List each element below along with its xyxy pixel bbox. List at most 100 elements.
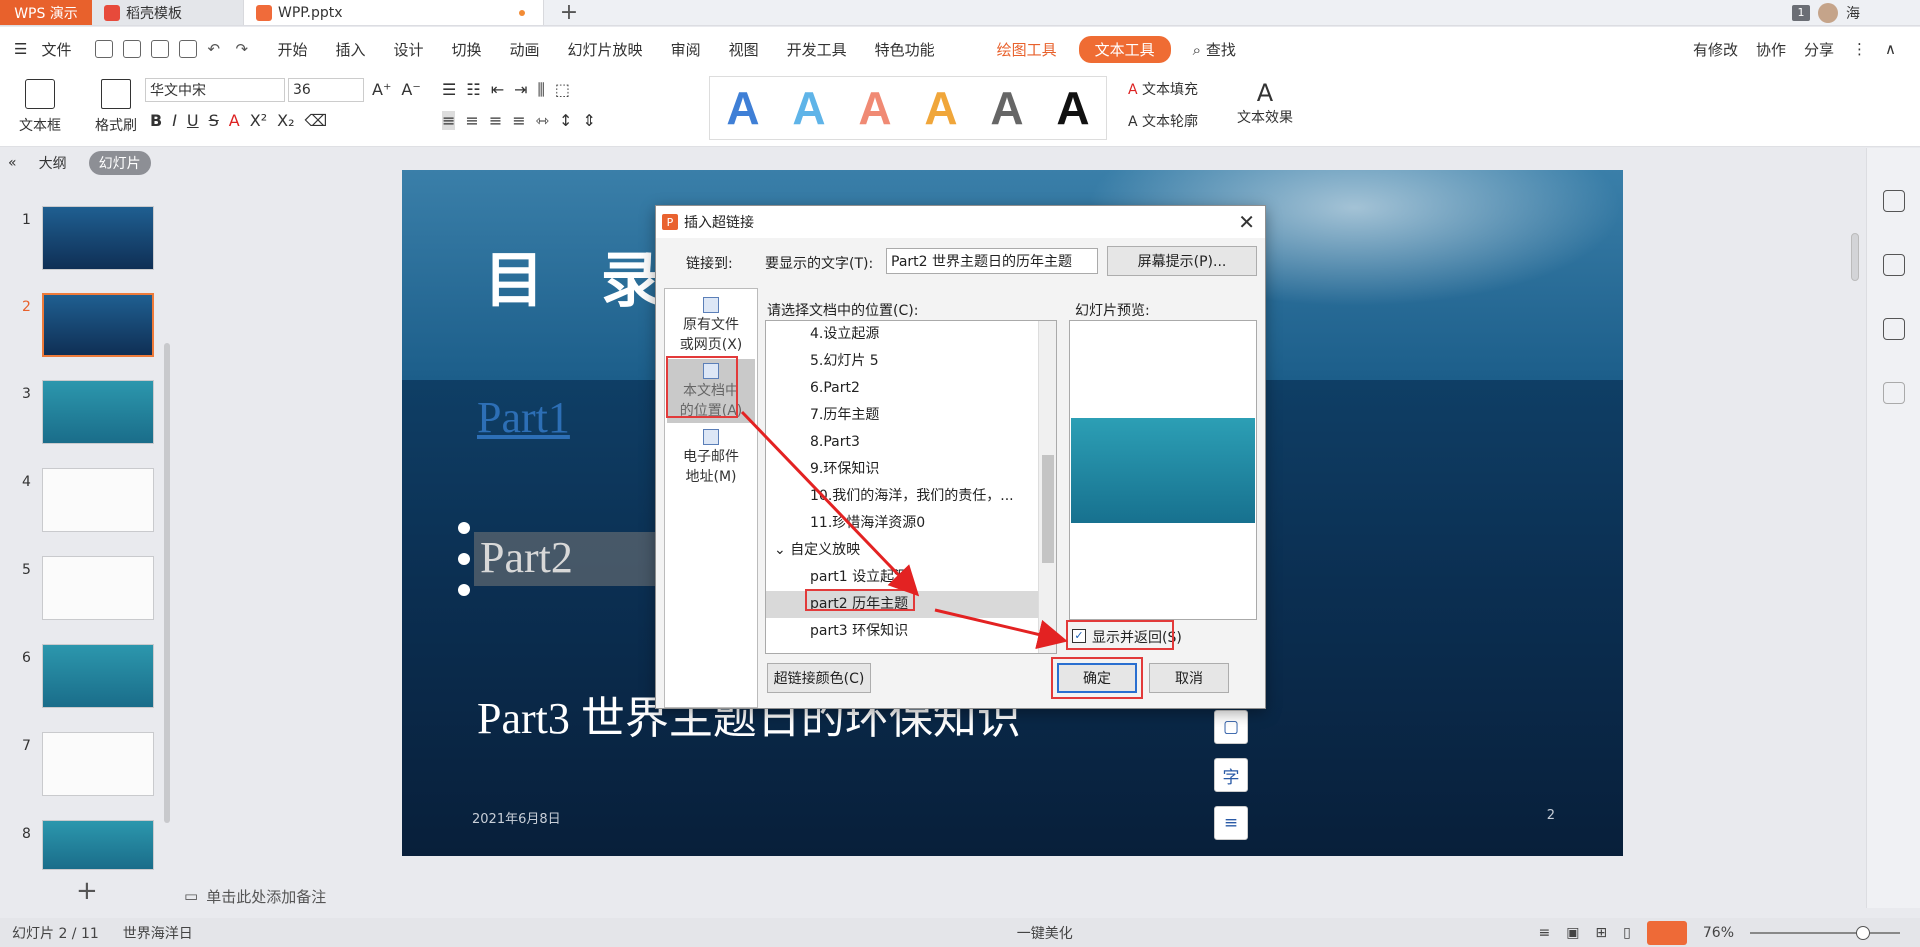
menu-review[interactable]: 审阅 xyxy=(657,39,715,60)
align-left-icon[interactable]: ≡ xyxy=(442,111,456,130)
format-painter-button[interactable]: 格式刷 xyxy=(88,79,144,135)
search-menu[interactable]: ⌕ 查找 xyxy=(1179,39,1250,60)
collapse-panel-icon[interactable]: « xyxy=(8,155,17,171)
link-email-address[interactable]: 电子邮件 地址(M) xyxy=(667,429,755,487)
canvas-scrollbar[interactable] xyxy=(1851,233,1859,281)
slide-thumb-3[interactable]: 3 xyxy=(0,380,170,448)
menu-view[interactable]: 视图 xyxy=(715,39,773,60)
text-effect-button[interactable]: A 文本效果 xyxy=(1230,79,1300,127)
menu-features[interactable]: 特色功能 xyxy=(861,39,949,60)
text-style-3[interactable]: A xyxy=(858,81,891,135)
export-icon[interactable] xyxy=(123,40,142,58)
menu-draw-tools[interactable]: 绘图工具 xyxy=(983,39,1071,60)
app-tab[interactable]: WPS 演示 xyxy=(0,0,92,25)
text-style-5[interactable]: A xyxy=(990,81,1023,135)
slide-thumb-6[interactable]: 6 xyxy=(0,644,170,712)
slide-thumb-4[interactable]: 4 xyxy=(0,468,170,536)
tab-wpp-pptx[interactable]: WPP.pptx xyxy=(244,0,544,25)
align-right-icon[interactable]: ≡ xyxy=(489,111,502,130)
grow-font-icon[interactable]: A⁺ xyxy=(372,80,391,99)
columns-icon[interactable]: ⫼ xyxy=(538,80,545,100)
redo-icon[interactable]: ↷ xyxy=(235,40,253,58)
add-slide-button[interactable]: + xyxy=(76,876,98,906)
print-icon[interactable] xyxy=(151,40,170,58)
numbering-icon[interactable]: ☷ xyxy=(466,80,480,100)
notes-bar[interactable]: ▭ 单击此处添加备注 xyxy=(180,880,1860,912)
collab-button[interactable]: 协作 xyxy=(1756,39,1786,60)
user-name[interactable]: 海 xyxy=(1846,3,1860,23)
menu-slideshow[interactable]: 幻灯片放映 xyxy=(554,39,657,60)
list-item[interactable]: 8.Part3 xyxy=(766,429,1038,456)
zoom-level[interactable]: 76% xyxy=(1703,925,1734,941)
menu-home[interactable]: 开始 xyxy=(263,39,321,60)
menu-file[interactable]: 文件 xyxy=(41,39,85,60)
modified-button[interactable]: 有修改 xyxy=(1693,39,1738,60)
normal-view-icon[interactable]: ▣ xyxy=(1566,925,1579,941)
cancel-button[interactable]: 取消 xyxy=(1149,663,1229,693)
list-item[interactable]: 10.我们的海洋，我们的责任，... xyxy=(766,483,1038,510)
font-tool-icon[interactable]: 字 xyxy=(1214,758,1248,792)
selection-handle[interactable] xyxy=(458,553,470,565)
list-item[interactable]: 11.珍惜海洋资源0 xyxy=(766,510,1038,537)
list-item[interactable]: 9.环保知识 xyxy=(766,456,1038,483)
font-size-select[interactable]: 36 xyxy=(288,78,364,102)
theme-name[interactable]: 世界海洋日 xyxy=(111,923,205,943)
text-style-2[interactable]: A xyxy=(792,81,825,135)
slide-thumb-7[interactable]: 7 xyxy=(0,732,170,800)
text-direction-icon[interactable]: ⬚ xyxy=(555,80,570,100)
bullets-icon[interactable]: ☰ xyxy=(442,80,456,100)
strikethrough-icon[interactable]: S xyxy=(209,111,219,130)
menu-design[interactable]: 设计 xyxy=(380,39,438,60)
layers-icon[interactable] xyxy=(1882,318,1905,340)
shrink-font-icon[interactable]: A⁻ xyxy=(401,80,420,99)
zoom-slider[interactable] xyxy=(1750,925,1900,940)
cube-icon[interactable] xyxy=(1882,382,1905,404)
screen-tip-button[interactable]: 屏幕提示(P)... xyxy=(1107,246,1257,276)
line-spacing-icon[interactable]: ↕ xyxy=(559,111,572,130)
list-item[interactable]: part1 设立起源 xyxy=(766,564,1038,591)
text-fill-button[interactable]: A 文本填充 xyxy=(1128,79,1198,99)
window-count-badge[interactable]: 1 xyxy=(1792,4,1810,21)
new-tab-button[interactable]: + xyxy=(544,0,594,25)
font-name-select[interactable]: 华文中宋 xyxy=(145,78,285,102)
menu-animation[interactable]: 动画 xyxy=(496,39,554,60)
slide-thumb-2[interactable]: 2 xyxy=(0,293,170,361)
hyperlink-color-button[interactable]: 超链接颜色(C) xyxy=(767,663,871,693)
decrease-indent-icon[interactable]: ⇤ xyxy=(491,80,504,100)
justify-icon[interactable]: ≡ xyxy=(512,111,525,130)
save-icon[interactable] xyxy=(95,40,114,58)
hamburger-icon[interactable]: ☰ xyxy=(0,40,41,58)
selection-handle[interactable] xyxy=(458,522,470,534)
undo-icon[interactable]: ↶ xyxy=(207,40,225,58)
display-text-input[interactable]: Part2 世界主题日的历年主题 xyxy=(886,248,1098,274)
paragraph-spacing-icon[interactable]: ⇕ xyxy=(582,111,595,130)
list-item[interactable]: 5.幻灯片 5 xyxy=(766,348,1038,375)
superscript-icon[interactable]: X² xyxy=(250,111,267,130)
italic-icon[interactable]: I xyxy=(172,111,177,130)
menu-transition[interactable]: 切换 xyxy=(438,39,496,60)
underline-icon[interactable]: U xyxy=(187,111,199,130)
text-style-1[interactable]: A xyxy=(726,81,759,135)
custom-show-group[interactable]: ⌄ 自定义放映 xyxy=(766,537,1038,564)
star-icon[interactable] xyxy=(1882,254,1905,276)
bold-icon[interactable]: B xyxy=(150,111,162,130)
tab-docer-templates[interactable]: 稻壳模板 xyxy=(92,0,244,25)
shape-style-icon[interactable]: ▢ xyxy=(1214,710,1248,744)
increase-indent-icon[interactable]: ⇥ xyxy=(514,80,527,100)
slide-title[interactable]: 目 录 xyxy=(484,232,679,319)
menu-developer[interactable]: 开发工具 xyxy=(773,39,861,60)
list-item[interactable]: 4.设立起源 xyxy=(766,321,1038,348)
tab-slides[interactable]: 幻灯片 xyxy=(88,151,151,175)
textbox-button[interactable]: 文本框 xyxy=(10,79,70,135)
close-icon[interactable]: ✕ xyxy=(1238,210,1255,234)
preview-icon[interactable] xyxy=(179,40,198,58)
text-style-4[interactable]: A xyxy=(924,81,957,135)
list-item[interactable]: part3 环保知识 xyxy=(766,618,1038,645)
collapse-ribbon-icon[interactable]: ∧ xyxy=(1885,40,1896,58)
text-style-6[interactable]: A xyxy=(1056,81,1089,135)
reading-view-icon[interactable]: ▯ xyxy=(1623,925,1631,941)
font-color-icon[interactable]: A xyxy=(229,111,240,130)
text-format-icon[interactable]: ≡ xyxy=(1214,806,1248,840)
slide-thumb-5[interactable]: 5 xyxy=(0,556,170,624)
selection-handle[interactable] xyxy=(458,584,470,596)
